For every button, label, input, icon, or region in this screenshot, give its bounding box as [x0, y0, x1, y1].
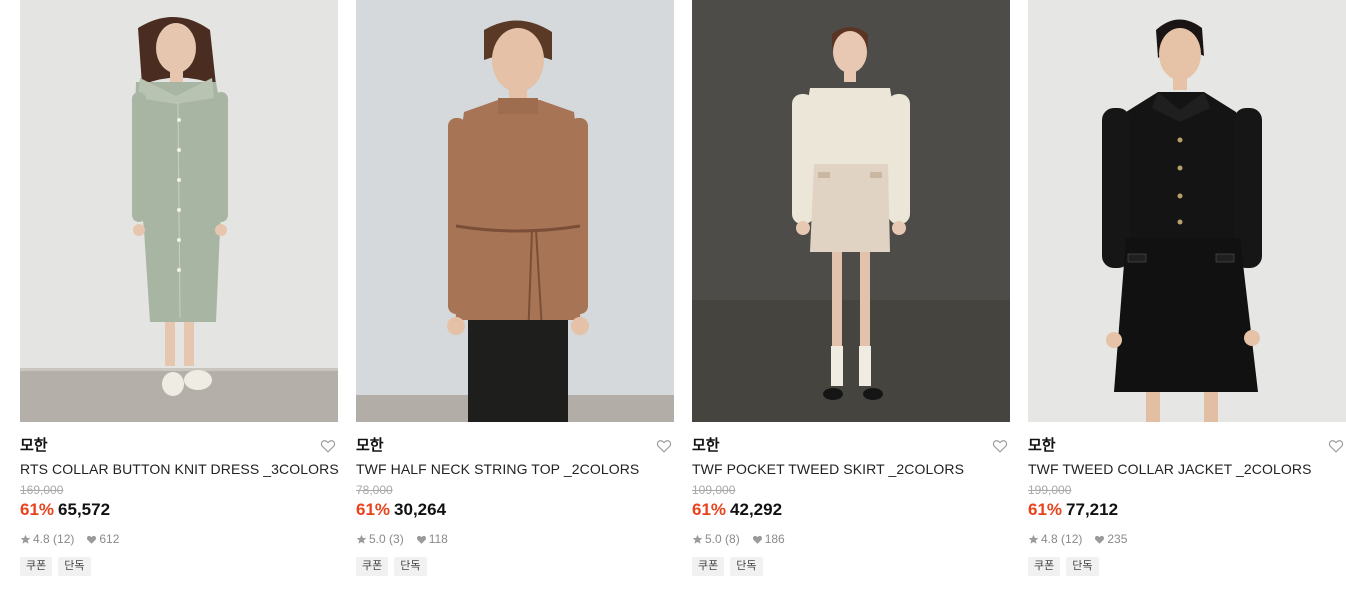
star-icon: [692, 534, 703, 545]
heart-icon[interactable]: [1328, 438, 1344, 454]
brand-name[interactable]: 모한: [1028, 437, 1056, 454]
product-card[interactable]: 모한 RTS COLLAR BUTTON KNIT DRESS _3COLORS…: [20, 0, 339, 576]
review-count: (12): [1061, 532, 1083, 546]
product-image[interactable]: [356, 0, 674, 422]
like-count: 612: [99, 532, 120, 546]
sale-price: 77,212: [1066, 500, 1119, 519]
tag-list: 쿠폰 단독: [20, 557, 338, 576]
rating: 4.8: [1041, 532, 1058, 546]
heart-filled-icon: [416, 534, 427, 545]
coupon-tag: 쿠폰: [1028, 557, 1061, 576]
coupon-tag: 쿠폰: [356, 557, 389, 576]
review-meta: 5.0 (3) 118: [356, 530, 674, 548]
heart-filled-icon: [1094, 534, 1105, 545]
sale-price: 65,572: [58, 500, 111, 519]
review-count: (3): [389, 532, 404, 546]
product-image[interactable]: [692, 0, 1010, 422]
like-count: 118: [428, 532, 448, 546]
discount-rate: 61%: [356, 500, 391, 519]
sale-price: 30,264: [394, 500, 447, 519]
review-count: (8): [725, 532, 740, 546]
discount-rate: 61%: [20, 500, 55, 519]
brand-name[interactable]: 모한: [356, 437, 384, 454]
rating: 5.0: [705, 532, 722, 546]
product-card[interactable]: 모한 TWF HALF NECK STRING TOP _2COLORS 78,…: [356, 0, 674, 576]
price-row: 61% 65,572: [20, 498, 338, 522]
heart-icon[interactable]: [656, 438, 672, 454]
exclusive-tag: 단독: [58, 557, 91, 576]
tag-list: 쿠폰 단독: [692, 557, 1010, 576]
product-grid: 모한 RTS COLLAR BUTTON KNIT DRESS _3COLORS…: [20, 0, 1346, 613]
heart-filled-icon: [86, 534, 97, 545]
tag-list: 쿠폰 단독: [356, 557, 674, 576]
price-row: 61% 42,292: [692, 498, 1010, 522]
discount-rate: 61%: [1028, 500, 1063, 519]
exclusive-tag: 단독: [394, 557, 427, 576]
review-meta: 4.8 (12) 612: [20, 530, 338, 548]
product-image[interactable]: [1028, 0, 1346, 422]
brand-name[interactable]: 모한: [692, 437, 720, 454]
star-icon: [1028, 534, 1039, 545]
product-title[interactable]: TWF POCKET TWEED SKIRT _2COLORS: [692, 459, 1010, 479]
exclusive-tag: 단독: [730, 557, 763, 576]
sale-price: 42,292: [730, 500, 783, 519]
like-count: 235: [1107, 532, 1128, 546]
original-price: 109,000: [692, 483, 736, 497]
original-price: 199,000: [1028, 483, 1072, 497]
product-card[interactable]: 모한 TWF POCKET TWEED SKIRT _2COLORS 109,0…: [692, 0, 1010, 576]
original-price: 169,000: [20, 483, 64, 497]
product-image[interactable]: [20, 0, 338, 422]
review-count: (12): [53, 532, 75, 546]
original-price: 78,000: [356, 483, 393, 497]
product-title[interactable]: RTS COLLAR BUTTON KNIT DRESS _3COLORS: [20, 459, 339, 479]
tag-list: 쿠폰 단독: [1028, 557, 1346, 576]
star-icon: [356, 534, 367, 545]
rating: 5.0: [369, 532, 386, 546]
heart-icon[interactable]: [320, 438, 336, 454]
star-icon: [20, 534, 31, 545]
coupon-tag: 쿠폰: [692, 557, 725, 576]
exclusive-tag: 단독: [1066, 557, 1099, 576]
price-row: 61% 30,264: [356, 498, 674, 522]
price-row: 61% 77,212: [1028, 498, 1346, 522]
product-title[interactable]: TWF HALF NECK STRING TOP _2COLORS: [356, 459, 674, 479]
review-meta: 5.0 (8) 186: [692, 530, 1010, 548]
heart-icon[interactable]: [992, 438, 1008, 454]
coupon-tag: 쿠폰: [20, 557, 53, 576]
brand-name[interactable]: 모한: [20, 437, 48, 454]
review-meta: 4.8 (12) 235: [1028, 530, 1346, 548]
product-card[interactable]: 모한 TWF TWEED COLLAR JACKET _2COLORS 199,…: [1028, 0, 1346, 576]
discount-rate: 61%: [692, 500, 727, 519]
product-title[interactable]: TWF TWEED COLLAR JACKET _2COLORS: [1028, 459, 1346, 479]
heart-filled-icon: [752, 534, 763, 545]
rating: 4.8: [33, 532, 50, 546]
like-count: 186: [764, 532, 785, 546]
